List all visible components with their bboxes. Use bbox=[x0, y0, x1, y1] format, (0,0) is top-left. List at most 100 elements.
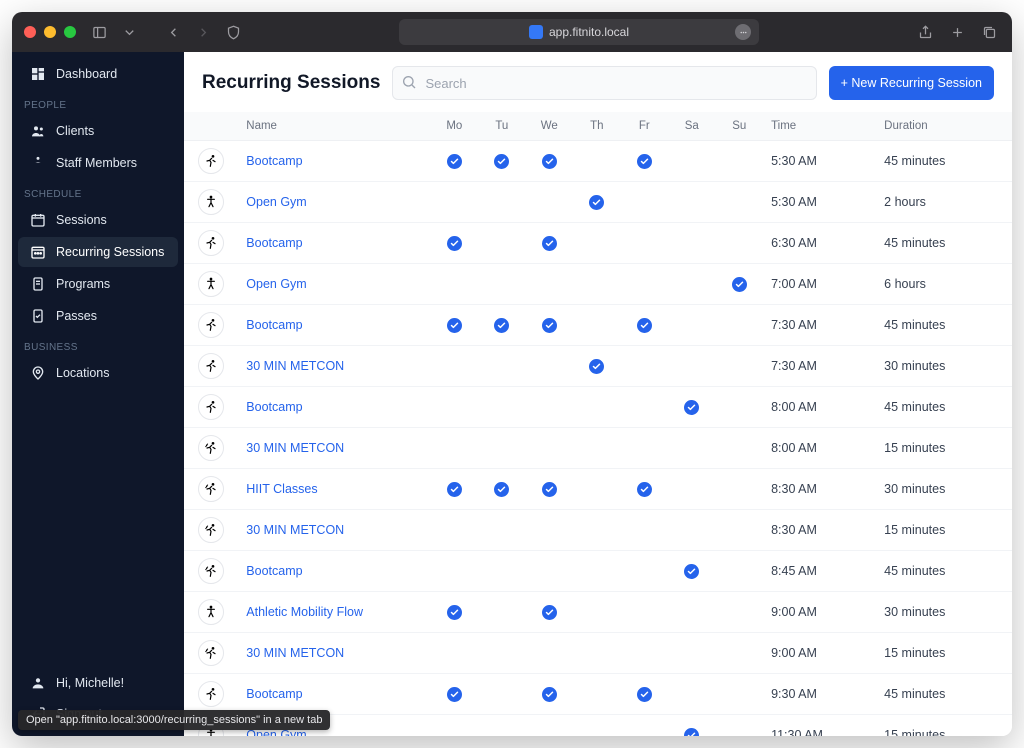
day-cell-we bbox=[526, 387, 574, 428]
day-cell-th bbox=[573, 715, 621, 737]
sidebar-item-label: Programs bbox=[56, 277, 110, 291]
sidebar-item-locations[interactable]: Locations bbox=[18, 358, 178, 388]
sidebar-item-staff[interactable]: Staff Members bbox=[18, 148, 178, 178]
sidebar-item-recurring[interactable]: Recurring Sessions bbox=[18, 237, 178, 267]
col-mo[interactable]: Mo bbox=[431, 112, 479, 141]
day-cell-fr bbox=[621, 715, 669, 737]
close-window-button[interactable] bbox=[24, 26, 36, 38]
session-link[interactable]: HIIT Classes bbox=[246, 482, 317, 496]
session-link[interactable]: 30 MIN METCON bbox=[246, 646, 344, 660]
address-bar[interactable]: app.fitnito.local bbox=[399, 19, 759, 45]
day-cell-th bbox=[573, 592, 621, 633]
table-row: Bootcamp7:30 AM45 minutes bbox=[184, 305, 1012, 346]
titlebar: app.fitnito.local bbox=[12, 12, 1012, 52]
day-cell-fr bbox=[621, 551, 669, 592]
col-sa[interactable]: Sa bbox=[668, 112, 716, 141]
session-link[interactable]: Open Gym bbox=[246, 277, 306, 291]
check-icon bbox=[589, 195, 604, 210]
col-fr[interactable]: Fr bbox=[621, 112, 669, 141]
session-link[interactable]: Bootcamp bbox=[246, 236, 302, 250]
day-cell-tu bbox=[478, 510, 526, 551]
sidebar-item-passes[interactable]: Passes bbox=[18, 301, 178, 331]
sidebar-item-clients[interactable]: Clients bbox=[18, 116, 178, 146]
check-icon bbox=[447, 318, 462, 333]
minimize-window-button[interactable] bbox=[44, 26, 56, 38]
day-cell-tu bbox=[478, 346, 526, 387]
session-link[interactable]: Bootcamp bbox=[246, 687, 302, 701]
site-badge-icon bbox=[529, 25, 543, 39]
day-cell-fr bbox=[621, 346, 669, 387]
day-cell-sa bbox=[668, 428, 716, 469]
col-su[interactable]: Su bbox=[716, 112, 764, 141]
new-tab-icon[interactable] bbox=[946, 21, 968, 43]
reader-mode-icon[interactable] bbox=[735, 24, 751, 40]
check-icon bbox=[684, 564, 699, 579]
day-cell-su bbox=[716, 223, 764, 264]
share-icon[interactable] bbox=[914, 21, 936, 43]
sidebar-toggle-icon[interactable] bbox=[88, 21, 110, 43]
sidebar-item-programs[interactable]: Programs bbox=[18, 269, 178, 299]
day-cell-tu bbox=[478, 469, 526, 510]
table-scroll[interactable]: Name Mo Tu We Th Fr Sa Su Time Duration bbox=[184, 112, 1012, 736]
duration-cell: 30 minutes bbox=[876, 592, 1012, 633]
day-cell-sa bbox=[668, 346, 716, 387]
zoom-window-button[interactable] bbox=[64, 26, 76, 38]
day-cell-th bbox=[573, 141, 621, 182]
day-cell-tu bbox=[478, 592, 526, 633]
sidebar-item-sessions[interactable]: Sessions bbox=[18, 205, 178, 235]
sidebar-item-greeting[interactable]: Hi, Michelle! bbox=[18, 668, 178, 698]
col-th[interactable]: Th bbox=[573, 112, 621, 141]
session-link[interactable]: Athletic Mobility Flow bbox=[246, 605, 363, 619]
col-time[interactable]: Time bbox=[763, 112, 876, 141]
day-cell-su bbox=[716, 141, 764, 182]
day-cell-tu bbox=[478, 387, 526, 428]
day-cell-fr bbox=[621, 592, 669, 633]
day-cell-th bbox=[573, 223, 621, 264]
col-tu[interactable]: Tu bbox=[478, 112, 526, 141]
sidebar-item-label: Passes bbox=[56, 309, 97, 323]
day-cell-fr bbox=[621, 223, 669, 264]
session-link[interactable]: Open Gym bbox=[246, 195, 306, 209]
chevron-down-icon[interactable] bbox=[118, 21, 140, 43]
day-cell-we bbox=[526, 141, 574, 182]
table-row: 30 MIN METCON9:00 AM15 minutes bbox=[184, 633, 1012, 674]
time-cell: 9:00 AM bbox=[763, 592, 876, 633]
day-cell-sa bbox=[668, 592, 716, 633]
main-content: Recurring Sessions + New Recurring Sessi… bbox=[184, 52, 1012, 736]
day-cell-tu bbox=[478, 674, 526, 715]
session-link[interactable]: Bootcamp bbox=[246, 318, 302, 332]
time-cell: 9:30 AM bbox=[763, 674, 876, 715]
day-cell-fr bbox=[621, 674, 669, 715]
day-cell-fr bbox=[621, 469, 669, 510]
tabs-overview-icon[interactable] bbox=[978, 21, 1000, 43]
time-cell: 9:00 AM bbox=[763, 633, 876, 674]
session-link[interactable]: 30 MIN METCON bbox=[246, 441, 344, 455]
forward-button[interactable] bbox=[192, 21, 214, 43]
day-cell-su bbox=[716, 264, 764, 305]
day-cell-th bbox=[573, 346, 621, 387]
table-row: HIIT Classes8:30 AM30 minutes bbox=[184, 469, 1012, 510]
day-cell-th bbox=[573, 387, 621, 428]
sidebar-item-dashboard[interactable]: Dashboard bbox=[18, 59, 178, 89]
table-row: Bootcamp8:00 AM45 minutes bbox=[184, 387, 1012, 428]
session-avatar bbox=[198, 189, 224, 215]
shield-icon[interactable] bbox=[222, 21, 244, 43]
col-we[interactable]: We bbox=[526, 112, 574, 141]
new-recurring-session-button[interactable]: + New Recurring Session bbox=[829, 66, 994, 100]
search-input[interactable] bbox=[392, 66, 816, 100]
session-link[interactable]: 30 MIN METCON bbox=[246, 523, 344, 537]
day-cell-we bbox=[526, 510, 574, 551]
check-icon bbox=[542, 605, 557, 620]
session-link[interactable]: 30 MIN METCON bbox=[246, 359, 344, 373]
session-link[interactable]: Bootcamp bbox=[246, 154, 302, 168]
back-button[interactable] bbox=[162, 21, 184, 43]
col-duration[interactable]: Duration bbox=[876, 112, 1012, 141]
day-cell-fr bbox=[621, 633, 669, 674]
day-cell-su bbox=[716, 551, 764, 592]
session-link[interactable]: Bootcamp bbox=[246, 400, 302, 414]
session-link[interactable]: Bootcamp bbox=[246, 564, 302, 578]
col-name[interactable]: Name bbox=[238, 112, 430, 141]
browser-window: app.fitnito.local Dashboard bbox=[12, 12, 1012, 736]
day-cell-th bbox=[573, 428, 621, 469]
sidebar-item-label: Sessions bbox=[56, 213, 107, 227]
